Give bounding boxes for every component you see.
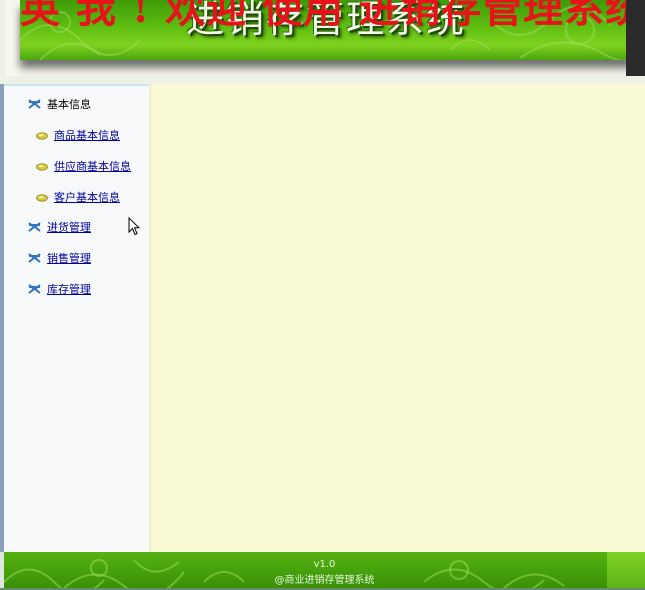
purchase-link[interactable]: 进货管理 xyxy=(47,221,91,234)
product-info-link[interactable]: 商品基本信息 xyxy=(54,129,120,142)
sales-link[interactable]: 销售管理 xyxy=(47,252,91,265)
supplier-info-link[interactable]: 供应商基本信息 xyxy=(54,160,131,173)
footer-banner: v1.0 @商业进销存管理系统 xyxy=(4,552,645,588)
blue-ribbon-icon xyxy=(28,98,41,112)
main-content-frame xyxy=(149,84,645,552)
yellow-bullet-icon xyxy=(36,192,48,205)
version-label: v1.0 xyxy=(313,559,336,570)
sidebar-item-label: 基本信息 xyxy=(47,98,91,111)
yellow-bullet-icon xyxy=(36,130,48,143)
copyright-label: @商业进销存管理系统 xyxy=(274,575,375,586)
blue-ribbon-icon xyxy=(28,283,41,297)
inventory-link[interactable]: 库存管理 xyxy=(47,283,91,296)
sidebar-item-purchase[interactable]: 进货管理 xyxy=(28,219,91,235)
sidebar-item-inventory[interactable]: 库存管理 xyxy=(28,281,91,297)
sidebar-item-product-info[interactable]: 商品基本信息 xyxy=(36,127,120,143)
sidebar-item-supplier-info[interactable]: 供应商基本信息 xyxy=(36,158,131,174)
blue-ribbon-icon xyxy=(28,252,41,266)
blue-ribbon-icon xyxy=(28,221,41,235)
header-edge xyxy=(626,0,645,76)
sidebar-item-sales[interactable]: 销售管理 xyxy=(28,250,91,266)
scrolling-marquee: 英 我 ! 欢迎 使用 进销存管理系统 xyxy=(20,0,645,32)
header-banner: 进销存管理系统 英 我 ! 欢迎 使用 进销存管理系统 xyxy=(0,0,645,84)
customer-info-link[interactable]: 客户基本信息 xyxy=(54,191,120,204)
sidebar-menu: 基本信息 商品基本信息 供应商基本信息 客户基本信息 进货管理 销售管理 库存管… xyxy=(4,84,149,554)
banner-frame: 进销存管理系统 英 我 ! 欢迎 使用 进销存管理系统 xyxy=(6,0,645,76)
mouse-cursor-icon xyxy=(128,216,141,240)
sidebar-item-basic-info[interactable]: 基本信息 xyxy=(28,96,91,112)
yellow-bullet-icon xyxy=(36,161,48,174)
sidebar-item-customer-info[interactable]: 客户基本信息 xyxy=(36,189,120,205)
